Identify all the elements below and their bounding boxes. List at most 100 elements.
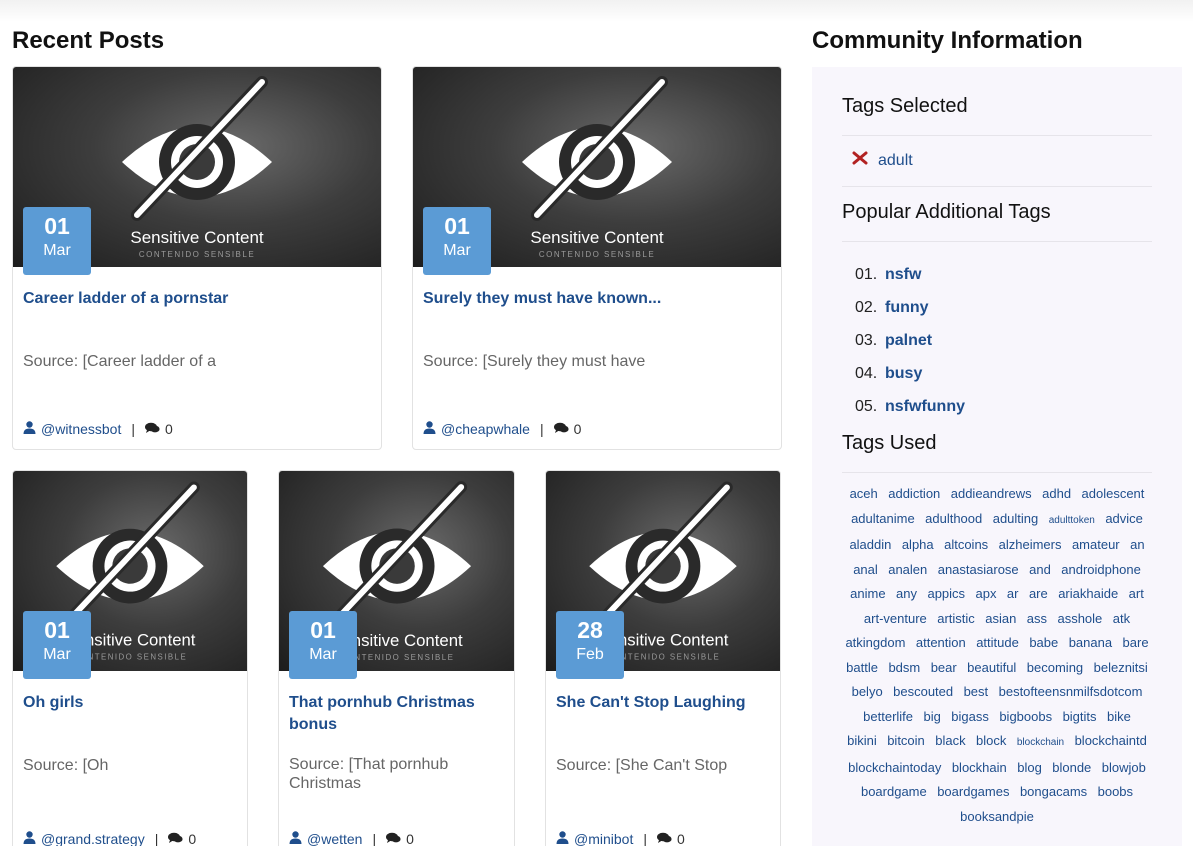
tag-link[interactable]: bikini bbox=[847, 733, 877, 748]
tag-link[interactable]: alpha bbox=[902, 537, 934, 552]
popular-tag-item[interactable]: 03. palnet bbox=[855, 324, 965, 357]
popular-tag-link[interactable]: palnet bbox=[885, 332, 932, 350]
tag-link[interactable]: atk bbox=[1113, 611, 1130, 626]
tag-link[interactable]: blockhain bbox=[952, 760, 1007, 775]
tag-link[interactable]: amateur bbox=[1072, 537, 1120, 552]
tag-link[interactable]: blog bbox=[1017, 760, 1042, 775]
tag-link[interactable]: advice bbox=[1105, 511, 1143, 526]
post-title-link[interactable]: Career ladder of a pornstar bbox=[23, 288, 371, 310]
tag-link[interactable]: big bbox=[923, 709, 940, 724]
post-title-link[interactable]: She Can't Stop Laughing bbox=[556, 692, 770, 714]
tag-link[interactable]: alzheimers bbox=[999, 537, 1062, 552]
tag-link[interactable]: bongacams bbox=[1020, 784, 1087, 799]
tag-link[interactable]: aceh bbox=[850, 486, 878, 501]
tag-link[interactable]: becoming bbox=[1027, 660, 1083, 675]
author-link[interactable]: @cheapwhale bbox=[441, 421, 530, 437]
post-title-link[interactable]: Oh girls bbox=[23, 692, 237, 714]
post-title-link[interactable]: That pornhub Christmas bonus bbox=[289, 692, 504, 736]
tag-link[interactable]: bigtits bbox=[1063, 709, 1097, 724]
tag-link[interactable]: blockchaintoday bbox=[848, 760, 941, 775]
tag-link[interactable]: bescouted bbox=[893, 684, 953, 699]
tag-link[interactable]: booksandpie bbox=[960, 809, 1034, 824]
tag-link[interactable]: belyo bbox=[852, 684, 883, 699]
tag-link[interactable]: asshole bbox=[1057, 611, 1102, 626]
author-link[interactable]: @wetten bbox=[307, 831, 362, 846]
tag-link[interactable]: addieandrews bbox=[951, 486, 1032, 501]
tag-link[interactable]: bigass bbox=[951, 709, 989, 724]
tag-link[interactable]: attitude bbox=[976, 635, 1019, 650]
tag-link[interactable]: asian bbox=[985, 611, 1016, 626]
tag-link[interactable]: aladdin bbox=[849, 537, 891, 552]
popular-tag-link[interactable]: nsfw bbox=[885, 266, 921, 284]
selected-tag-label[interactable]: adult bbox=[878, 152, 913, 170]
tag-link[interactable]: bear bbox=[931, 660, 957, 675]
tag-link[interactable]: blonde bbox=[1052, 760, 1091, 775]
tag-link[interactable]: ass bbox=[1027, 611, 1047, 626]
remove-tag-icon[interactable] bbox=[852, 151, 868, 170]
popular-tag-item[interactable]: 02. funny bbox=[855, 291, 965, 324]
tag-link[interactable]: black bbox=[935, 733, 965, 748]
tag-link[interactable]: addiction bbox=[888, 486, 940, 501]
post-card[interactable]: Sensitive Content CONTENIDO SENSIBLE 01 Mar… bbox=[412, 66, 782, 450]
tag-link[interactable]: an bbox=[1130, 537, 1144, 552]
tag-link[interactable]: analen bbox=[888, 562, 927, 577]
popular-tag-item[interactable]: 01. nsfw bbox=[855, 258, 965, 291]
tag-link[interactable]: art-venture bbox=[864, 611, 927, 626]
tag-link[interactable]: anal bbox=[853, 562, 878, 577]
tag-link[interactable]: adultanime bbox=[851, 511, 915, 526]
tag-link[interactable]: beautiful bbox=[967, 660, 1016, 675]
tag-link[interactable]: any bbox=[896, 586, 917, 601]
post-card[interactable]: Sensitive Content CONTENIDO SENSIBLE 01 Mar… bbox=[12, 470, 248, 846]
tag-link[interactable]: blowjob bbox=[1102, 760, 1146, 775]
tag-link[interactable]: block bbox=[976, 733, 1006, 748]
tag-link[interactable]: androidphone bbox=[1061, 562, 1141, 577]
tag-link[interactable]: boobs bbox=[1098, 784, 1133, 799]
tag-link[interactable]: and bbox=[1029, 562, 1051, 577]
popular-tag-link[interactable]: nsfwfunny bbox=[885, 398, 965, 416]
author-link[interactable]: @witnessbot bbox=[41, 421, 121, 437]
tag-link[interactable]: art bbox=[1129, 586, 1144, 601]
tag-link[interactable]: atkingdom bbox=[845, 635, 905, 650]
tag-link[interactable]: adolescent bbox=[1082, 486, 1145, 501]
tag-link[interactable]: bestofteensnmilfsdotcom bbox=[999, 684, 1143, 699]
tag-link[interactable]: bigboobs bbox=[999, 709, 1052, 724]
author-link[interactable]: @grand.strategy bbox=[41, 831, 145, 846]
tag-link[interactable]: battle bbox=[846, 660, 878, 675]
post-card[interactable]: Sensitive Content CONTENIDO SENSIBLE 01 Mar… bbox=[12, 66, 382, 450]
tag-link[interactable]: adulthood bbox=[925, 511, 982, 526]
tag-link[interactable]: boardgame bbox=[861, 784, 927, 799]
author-link[interactable]: @minibot bbox=[574, 831, 633, 846]
tag-link[interactable]: best bbox=[964, 684, 989, 699]
tag-link[interactable]: attention bbox=[916, 635, 966, 650]
post-card[interactable]: Sensitive Content CONTENIDO SENSIBLE 28 Feb… bbox=[545, 470, 781, 846]
tag-link[interactable]: blockchaintd bbox=[1075, 733, 1147, 748]
tag-link[interactable]: apx bbox=[976, 586, 997, 601]
tag-link[interactable]: beleznitsi bbox=[1094, 660, 1148, 675]
tag-link[interactable]: bdsm bbox=[888, 660, 920, 675]
tag-link[interactable]: artistic bbox=[937, 611, 975, 626]
tag-link[interactable]: bare bbox=[1123, 635, 1149, 650]
tag-link[interactable]: boardgames bbox=[937, 784, 1009, 799]
popular-tag-item[interactable]: 04. busy bbox=[855, 357, 965, 390]
post-title-link[interactable]: Surely they must have known... bbox=[423, 288, 771, 310]
tag-link[interactable]: appics bbox=[927, 586, 965, 601]
selected-tag[interactable]: adult bbox=[852, 151, 913, 170]
tag-link[interactable]: adulttoken bbox=[1049, 515, 1095, 526]
tag-link[interactable]: betterlife bbox=[863, 709, 913, 724]
tag-link[interactable]: anastasiarose bbox=[938, 562, 1019, 577]
tag-link[interactable]: blockchain bbox=[1017, 737, 1064, 748]
tag-link[interactable]: ar bbox=[1007, 586, 1019, 601]
post-card[interactable]: Sensitive Content CONTENIDO SENSIBLE 01 Mar… bbox=[278, 470, 515, 846]
tag-link[interactable]: ariakhaide bbox=[1058, 586, 1118, 601]
tag-link[interactable]: anime bbox=[850, 586, 885, 601]
tag-link[interactable]: adulting bbox=[993, 511, 1039, 526]
tag-link[interactable]: banana bbox=[1069, 635, 1112, 650]
tag-link[interactable]: bitcoin bbox=[887, 733, 925, 748]
tag-link[interactable]: are bbox=[1029, 586, 1048, 601]
tag-link[interactable]: bike bbox=[1107, 709, 1131, 724]
tag-link[interactable]: altcoins bbox=[944, 537, 988, 552]
tag-link[interactable]: babe bbox=[1029, 635, 1058, 650]
popular-tag-link[interactable]: busy bbox=[885, 365, 922, 383]
popular-tag-link[interactable]: funny bbox=[885, 299, 929, 317]
popular-tag-item[interactable]: 05. nsfwfunny bbox=[855, 390, 965, 423]
